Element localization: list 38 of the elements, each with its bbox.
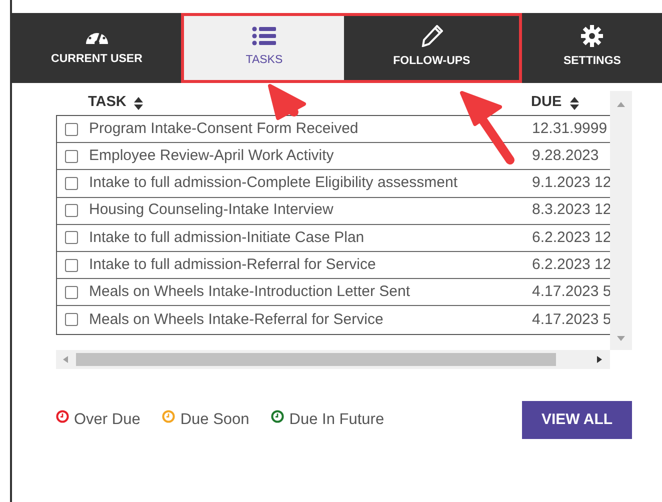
checkbox[interactable] bbox=[65, 122, 78, 136]
checkbox[interactable] bbox=[65, 176, 78, 190]
vertical-scrollbar[interactable] bbox=[610, 91, 632, 350]
legend-label: Due Soon bbox=[180, 410, 250, 430]
task-name[interactable]: Intake to full admission-Initiate Case Plan bbox=[89, 226, 532, 250]
scroll-right-icon[interactable] bbox=[597, 356, 602, 363]
horizontal-scrollbar[interactable] bbox=[56, 350, 610, 369]
nav-tab[interactable]: TASKS bbox=[181, 13, 344, 83]
scroll-left-icon[interactable] bbox=[63, 356, 68, 363]
checkbox[interactable] bbox=[65, 231, 78, 244]
due-date: 12.31.9999 bbox=[532, 118, 608, 139]
legend-label: Over Due bbox=[74, 410, 140, 430]
task-name[interactable]: Housing Counseling-Intake Interview bbox=[89, 199, 532, 222]
task-name[interactable]: Employee Review-April Work Activity bbox=[89, 145, 532, 168]
list-icon bbox=[252, 26, 276, 46]
task-name[interactable]: Intake to full admission-Complete Eligibility assessment bbox=[89, 172, 532, 195]
legend-label: Due In Future bbox=[289, 410, 384, 430]
scroll-down-icon[interactable] bbox=[617, 336, 625, 341]
scroll-thumb[interactable] bbox=[76, 353, 556, 366]
column-header[interactable]: TASK bbox=[88, 92, 126, 114]
task-name[interactable]: Intake to full admission-Referral for Service bbox=[89, 254, 532, 276]
checkbox[interactable] bbox=[65, 150, 78, 163]
checkbox[interactable] bbox=[65, 258, 78, 272]
nav-tab[interactable]: FOLLOW-UPS bbox=[344, 13, 522, 83]
column-header[interactable]: DUE bbox=[531, 92, 562, 114]
callout-arrow bbox=[268, 84, 306, 120]
checkbox[interactable] bbox=[65, 286, 78, 299]
sort-icon[interactable] bbox=[570, 96, 579, 110]
view-all-button[interactable]: VIEW ALL bbox=[522, 401, 632, 439]
pencil-icon bbox=[420, 25, 443, 48]
scroll-up-icon[interactable] bbox=[617, 102, 625, 107]
checkbox[interactable] bbox=[65, 313, 78, 326]
due-date: 9.28.2023 bbox=[532, 146, 599, 166]
task-name[interactable]: Meals on Wheels Intake-Introduction Letter Sent bbox=[89, 280, 532, 304]
checkbox[interactable] bbox=[65, 204, 78, 218]
task-name[interactable]: Program Intake-Consent Form Received bbox=[89, 118, 532, 140]
sort-icon[interactable] bbox=[134, 96, 144, 110]
task-name[interactable]: Meals on Wheels Intake-Referral for Service bbox=[89, 308, 532, 332]
